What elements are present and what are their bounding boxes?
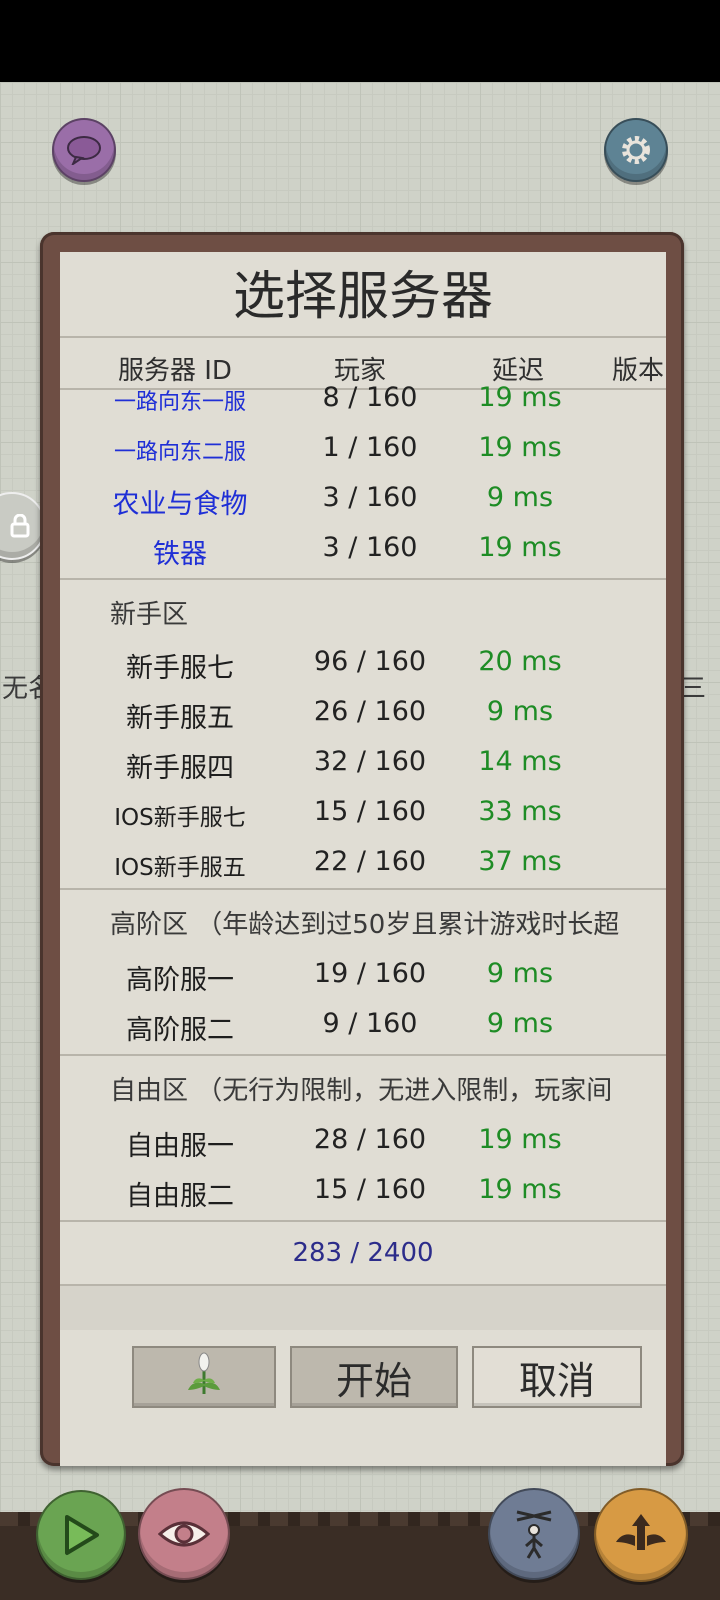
server-row[interactable]: 新手服七 96 / 160 20 ms bbox=[60, 640, 666, 690]
server-name[interactable]: 新手服四 bbox=[60, 746, 300, 785]
server-players: 96 / 160 bbox=[313, 646, 427, 677]
server-players: 9 / 160 bbox=[322, 1008, 418, 1039]
server-players: 28 / 160 bbox=[313, 1124, 427, 1155]
server-ping: 19 ms bbox=[478, 382, 562, 413]
server-ping: 9 ms bbox=[486, 1008, 554, 1039]
server-ping: 19 ms bbox=[478, 532, 562, 563]
server-name[interactable]: 自由服二 bbox=[60, 1174, 300, 1213]
server-ping: 37 ms bbox=[478, 846, 562, 877]
server-select-dialog: 选择服务器 服务器 ID 玩家 延迟 版本 一路向东一服 8 / 160 19 … bbox=[60, 252, 666, 1466]
server-ping: 9 ms bbox=[486, 958, 554, 989]
server-players: 1 / 160 bbox=[322, 432, 418, 463]
server-ping: 14 ms bbox=[478, 746, 562, 777]
server-row[interactable]: 铁器 3 / 160 19 ms bbox=[60, 526, 666, 576]
server-ping: 19 ms bbox=[478, 1124, 562, 1155]
server-players: 19 / 160 bbox=[313, 958, 427, 989]
dialog-title: 选择服务器 bbox=[232, 267, 493, 327]
plant-icon bbox=[184, 1350, 224, 1405]
server-row[interactable]: 高阶服二 9 / 160 9 ms bbox=[60, 1002, 666, 1052]
play-icon bbox=[38, 1492, 124, 1578]
server-row[interactable]: 新手服四 32 / 160 14 ms bbox=[60, 740, 666, 790]
cancel-button[interactable]: 取消 bbox=[472, 1346, 642, 1408]
server-name[interactable]: 自由服一 bbox=[60, 1124, 300, 1163]
server-ping: 9 ms bbox=[486, 482, 554, 513]
total-players: 283 / 2400 bbox=[292, 1238, 434, 1268]
server-players: 32 / 160 bbox=[313, 746, 427, 777]
server-name[interactable]: 一路向东二服 bbox=[60, 434, 300, 466]
server-players: 3 / 160 bbox=[322, 482, 418, 513]
server-name[interactable]: 高阶服一 bbox=[60, 958, 300, 997]
server-name[interactable]: 新手服七 bbox=[60, 646, 300, 685]
upgrade-button[interactable] bbox=[594, 1488, 688, 1582]
server-players: 15 / 160 bbox=[313, 1174, 427, 1205]
section-divider bbox=[60, 1220, 666, 1222]
server-name[interactable]: IOS新手服五 bbox=[60, 848, 300, 882]
server-row[interactable]: 自由服一 28 / 160 19 ms bbox=[60, 1118, 666, 1168]
section-title-advanced: 高阶区 （年龄达到过50岁且累计游戏时长超 bbox=[110, 910, 620, 940]
section-divider bbox=[60, 1054, 666, 1056]
server-row[interactable]: IOS新手服五 22 / 160 37 ms bbox=[60, 840, 666, 890]
puppet-button[interactable] bbox=[488, 1488, 580, 1580]
server-name[interactable]: IOS新手服七 bbox=[60, 798, 300, 832]
server-name[interactable]: 铁器 bbox=[60, 532, 300, 571]
server-row[interactable]: 农业与食物 3 / 160 9 ms bbox=[60, 476, 666, 526]
server-players: 8 / 160 bbox=[322, 382, 418, 413]
section-title-free: 自由区 （无行为限制，无进入限制，玩家间 bbox=[110, 1076, 613, 1106]
winged-arrow-icon bbox=[596, 1490, 686, 1580]
server-players: 22 / 160 bbox=[313, 846, 427, 877]
section-divider bbox=[60, 578, 666, 580]
server-ping: 20 ms bbox=[478, 646, 562, 677]
section-title-beginner: 新手区 bbox=[110, 600, 189, 630]
server-players: 26 / 160 bbox=[313, 696, 427, 727]
server-ping: 19 ms bbox=[478, 432, 562, 463]
puppet-icon bbox=[490, 1490, 578, 1578]
chat-button[interactable] bbox=[52, 118, 116, 182]
chat-icon bbox=[54, 120, 114, 180]
section-divider bbox=[60, 888, 666, 890]
server-players: 15 / 160 bbox=[313, 796, 427, 827]
server-ping: 19 ms bbox=[478, 1174, 562, 1205]
settings-button[interactable] bbox=[604, 118, 668, 182]
play-button[interactable] bbox=[36, 1490, 126, 1580]
server-ping: 9 ms bbox=[486, 696, 554, 727]
view-button[interactable] bbox=[138, 1488, 230, 1580]
list-footer bbox=[60, 1286, 666, 1330]
server-row[interactable]: IOS新手服七 15 / 160 33 ms bbox=[60, 790, 666, 840]
server-row[interactable]: 新手服五 26 / 160 9 ms bbox=[60, 690, 666, 740]
gear-icon bbox=[606, 120, 666, 180]
server-row[interactable]: 一路向东二服 1 / 160 19 ms bbox=[60, 426, 666, 476]
server-name[interactable]: 一路向东一服 bbox=[60, 384, 300, 416]
start-button[interactable]: 开始 bbox=[290, 1346, 458, 1408]
server-name[interactable]: 新手服五 bbox=[60, 696, 300, 735]
server-name[interactable]: 高阶服二 bbox=[60, 1008, 300, 1047]
eye-icon bbox=[140, 1490, 228, 1578]
server-row[interactable]: 高阶服一 19 / 160 9 ms bbox=[60, 952, 666, 1002]
lock-icon bbox=[0, 494, 44, 558]
server-row[interactable]: 一路向东一服 8 / 160 19 ms bbox=[60, 376, 666, 426]
server-ping: 33 ms bbox=[478, 796, 562, 827]
server-row[interactable]: 自由服二 15 / 160 19 ms bbox=[60, 1168, 666, 1218]
server-name[interactable]: 农业与食物 bbox=[60, 482, 300, 521]
server-players: 3 / 160 bbox=[322, 532, 418, 563]
plant-button[interactable] bbox=[132, 1346, 276, 1408]
